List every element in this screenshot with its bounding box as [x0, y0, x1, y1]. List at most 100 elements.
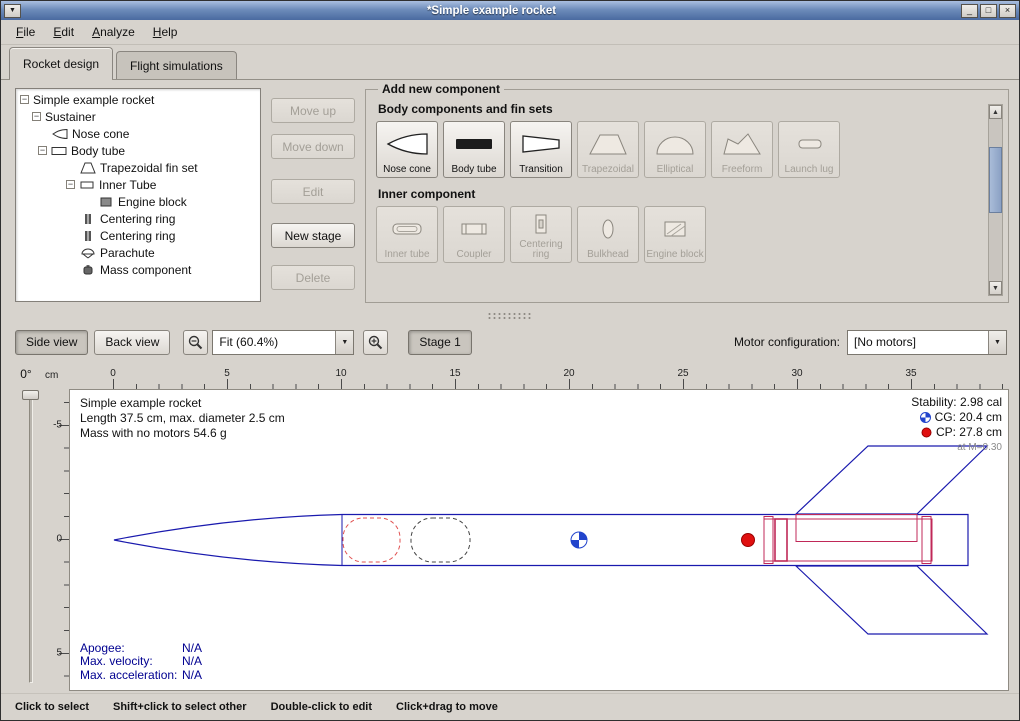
- tree-row-rocket[interactable]: − Simple example rocket: [16, 91, 260, 108]
- palette-scrollbar[interactable]: ▲ ▼: [988, 104, 1003, 296]
- titlebar[interactable]: ▼ *Simple example rocket _ □ ×: [1, 1, 1019, 20]
- max-velocity-label: Max. velocity:: [80, 655, 182, 669]
- back-view-button[interactable]: Back view: [94, 330, 170, 355]
- hint-shift-click: Shift+click to select other: [113, 701, 247, 713]
- pane-splitter[interactable]: [1, 307, 1019, 323]
- ruler-tick-label: 15: [449, 368, 460, 379]
- tree-label: Simple example rocket: [33, 93, 154, 107]
- tab-flight-simulations[interactable]: Flight simulations: [116, 51, 237, 79]
- menubar: File Edit Analyze Help: [1, 20, 1019, 45]
- ruler-tick-label: 30: [791, 368, 802, 379]
- move-up-button[interactable]: Move up: [271, 98, 355, 123]
- rocket-canvas[interactable]: Simple example rocket Length 37.5 cm, ma…: [69, 389, 1009, 691]
- maximize-icon[interactable]: □: [980, 4, 997, 18]
- vertical-ruler: -5 0 5: [47, 389, 69, 691]
- move-down-button[interactable]: Move down: [271, 134, 355, 159]
- inner-tube-icon: [79, 179, 95, 191]
- hint-click-drag: Click+drag to move: [396, 701, 498, 713]
- tree-row-centering-ring-1[interactable]: Centering ring: [16, 210, 260, 227]
- launch-lug-button[interactable]: Launch lug: [778, 121, 840, 178]
- new-stage-button[interactable]: New stage: [271, 223, 355, 248]
- transition-button[interactable]: Transition: [510, 121, 572, 178]
- flight-info: Apogee:N/A Max. velocity:N/A Max. accele…: [80, 642, 202, 683]
- tree-row-body-tube[interactable]: − Body tube: [16, 142, 260, 159]
- side-view-button[interactable]: Side view: [15, 330, 88, 355]
- view-toolbar: Side view Back view Fit (60.4%) ▼ Stage …: [1, 323, 1019, 361]
- centering-ring-button[interactable]: Centering ring: [510, 206, 572, 263]
- ruler-tick-label: 10: [335, 368, 346, 379]
- tree-label: Body tube: [71, 144, 125, 158]
- menu-analyze[interactable]: Analyze: [83, 22, 144, 42]
- zoom-in-button[interactable]: [363, 330, 388, 355]
- canvas-area: 0° cm 0 5 10 15 20 25 30 35 -5 0 5: [9, 361, 1011, 693]
- stability-value: Stability: 2.98 cal: [911, 395, 1002, 410]
- scroll-up-icon[interactable]: ▲: [989, 105, 1002, 119]
- trapezoidal-fin-button[interactable]: Trapezoidal: [577, 121, 639, 178]
- menu-edit[interactable]: Edit: [44, 22, 83, 42]
- apogee-label: Apogee:: [80, 642, 182, 656]
- scrollbar-thumb[interactable]: [989, 147, 1002, 213]
- body-tube-button[interactable]: Body tube: [443, 121, 505, 178]
- button-label: Elliptical: [657, 165, 694, 175]
- button-label: Inner tube: [384, 250, 429, 260]
- tree-row-centering-ring-2[interactable]: Centering ring: [16, 227, 260, 244]
- freeform-fin-button[interactable]: Freeform: [711, 121, 773, 178]
- launch-lug-icon: [779, 122, 839, 165]
- tree-label: Centering ring: [100, 229, 175, 243]
- coupler-button[interactable]: Coupler: [443, 206, 505, 263]
- rocket-dimensions: Length 37.5 cm, max. diameter 2.5 cm: [80, 411, 285, 426]
- rotation-slider-handle[interactable]: [22, 390, 39, 400]
- tree-row-nose-cone[interactable]: Nose cone: [16, 125, 260, 142]
- tree-label: Engine block: [118, 195, 187, 209]
- tab-rocket-design[interactable]: Rocket design: [9, 47, 113, 79]
- bulkhead-button[interactable]: Bulkhead: [577, 206, 639, 263]
- close-icon[interactable]: ×: [999, 4, 1016, 18]
- expander-icon[interactable]: −: [32, 112, 41, 121]
- inner-tube-button[interactable]: Inner tube: [376, 206, 438, 263]
- tree-row-sustainer[interactable]: − Sustainer: [16, 108, 260, 125]
- tree-row-engine-block[interactable]: Engine block: [16, 193, 260, 210]
- rocket-mass: Mass with no motors 54.6 g: [80, 426, 285, 441]
- stability-readout: Stability: 2.98 cal CG: 20.4 cm CP: 27.8…: [911, 395, 1002, 455]
- tree-row-mass-component[interactable]: Mass component: [16, 261, 260, 278]
- engine-block-button[interactable]: Engine block: [644, 206, 706, 263]
- nose-cone-button[interactable]: Nose cone: [376, 121, 438, 178]
- tree-label: Parachute: [100, 246, 155, 260]
- zoom-select[interactable]: Fit (60.4%) ▼: [212, 330, 354, 355]
- stage-1-toggle[interactable]: Stage 1: [408, 330, 471, 355]
- mass-component-icon: [80, 264, 96, 276]
- button-label: Nose cone: [383, 165, 431, 175]
- tree-row-fin-set[interactable]: Trapezoidal fin set: [16, 159, 260, 176]
- minimize-icon[interactable]: _: [961, 4, 978, 18]
- cp-marker: [742, 534, 755, 547]
- combo-arrow-icon[interactable]: ▼: [335, 331, 353, 354]
- menu-file[interactable]: File: [7, 22, 44, 42]
- edit-button[interactable]: Edit: [271, 179, 355, 204]
- motor-configuration-select[interactable]: [No motors] ▼: [847, 330, 1007, 355]
- button-label: Coupler: [456, 250, 491, 260]
- statusbar: Click to select Shift+click to select ot…: [1, 693, 1019, 720]
- window-title: *Simple example rocket: [24, 5, 959, 17]
- expander-icon[interactable]: −: [38, 146, 47, 155]
- button-label: Bulkhead: [587, 250, 629, 260]
- body-tube-icon: [51, 145, 67, 157]
- combo-arrow-icon[interactable]: ▼: [988, 331, 1006, 354]
- button-label: Centering ring: [511, 240, 571, 260]
- motor-configuration-label: Motor configuration:: [734, 335, 840, 349]
- expander-icon[interactable]: −: [66, 180, 75, 189]
- horizontal-ruler: 0 5 10 15 20 25 30 35: [69, 367, 1009, 389]
- hint-double-click: Double-click to edit: [271, 701, 372, 713]
- ruler-tick-label: 0: [56, 534, 62, 545]
- rotation-slider[interactable]: [29, 395, 33, 683]
- tree-row-parachute[interactable]: Parachute: [16, 244, 260, 261]
- window-menu-icon[interactable]: ▼: [4, 4, 21, 18]
- scroll-down-icon[interactable]: ▼: [989, 281, 1002, 295]
- elliptical-fin-button[interactable]: Elliptical: [644, 121, 706, 178]
- zoom-out-button[interactable]: [183, 330, 208, 355]
- expander-icon[interactable]: −: [20, 95, 29, 104]
- delete-button[interactable]: Delete: [271, 265, 355, 290]
- menu-help[interactable]: Help: [144, 22, 187, 42]
- tree-row-inner-tube[interactable]: − Inner Tube: [16, 176, 260, 193]
- transition-icon: [511, 122, 571, 165]
- rocket-name: Simple example rocket: [80, 396, 285, 411]
